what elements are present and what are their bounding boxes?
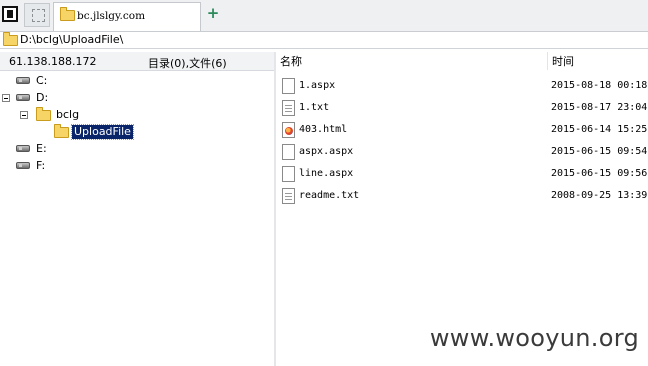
file-name: readme.txt (299, 190, 360, 201)
file-time: 2015-08-17 23:04 (551, 102, 648, 113)
file-name: 1.txt (299, 102, 330, 113)
folder-icon (3, 32, 18, 46)
document-icon (282, 144, 295, 160)
file-list-header: 名称 时间 (276, 52, 648, 70)
file-row[interactable]: readme.txt 2008-09-25 13:39 (282, 186, 648, 206)
dir-file-counts: 目录(0),文件(6) (148, 57, 227, 70)
file-time: 2008-09-25 13:39 (551, 190, 648, 201)
tree-item-bclg[interactable]: bclg (20, 107, 100, 122)
file-name: 1.aspx (299, 80, 336, 91)
watermark: www.wooyun.org (429, 324, 639, 352)
file-time: 2015-06-14 15:25 (551, 124, 648, 135)
tree-label: C: (36, 74, 48, 87)
folder-icon (36, 107, 51, 121)
file-time: 2015-08-18 00:18 (551, 80, 648, 91)
collapse-icon[interactable] (2, 94, 10, 102)
panel-toggle-button[interactable] (2, 6, 18, 22)
file-name: aspx.aspx (299, 146, 354, 157)
tab-bar: bc.jlslgy.com + (0, 0, 648, 32)
server-ip: 61.138.188.172 (9, 55, 97, 68)
tree-label: bclg (56, 108, 80, 121)
file-name: 403.html (299, 124, 348, 135)
column-separator[interactable] (547, 52, 548, 70)
tree-item-e[interactable]: E: (16, 142, 76, 156)
document-icon (282, 78, 295, 94)
path-bar[interactable]: D:\bclg\UploadFile\ (0, 32, 648, 49)
file-row[interactable]: 1.aspx 2015-08-18 00:18 (282, 76, 648, 96)
folder-open-icon (54, 124, 69, 138)
collapse-icon[interactable] (20, 111, 28, 119)
drive-icon (16, 77, 30, 84)
blank-tab-button[interactable] (24, 3, 50, 27)
document-icon (282, 166, 295, 182)
file-time: 2015-06-15 09:56 (551, 168, 648, 179)
drive-icon (16, 94, 30, 101)
file-row[interactable]: line.aspx 2015-06-15 09:56 (282, 164, 648, 184)
folder-icon (60, 7, 75, 21)
tab-site[interactable]: bc.jlslgy.com (53, 2, 201, 31)
path-text[interactable]: D:\bclg\UploadFile\ (20, 33, 123, 46)
drive-icon (16, 162, 30, 169)
html-file-icon (282, 122, 295, 138)
file-row[interactable]: aspx.aspx 2015-06-15 09:54 (282, 142, 648, 162)
file-row[interactable]: 1.txt 2015-08-17 23:04 (282, 98, 648, 118)
column-time-header[interactable]: 时间 (552, 53, 574, 69)
tab-title: bc.jlslgy.com (77, 10, 146, 22)
tree-label-selected: UploadFile (71, 124, 134, 140)
tree-item-f[interactable]: F: (16, 159, 76, 173)
tree-label: E: (36, 142, 47, 155)
file-name: line.aspx (299, 168, 354, 179)
tree-item-uploadfile[interactable]: UploadFile (54, 124, 144, 140)
column-name-header[interactable]: 名称 (280, 53, 302, 69)
drive-icon (16, 145, 30, 152)
file-time: 2015-06-15 09:54 (551, 146, 648, 157)
pane-splitter[interactable] (274, 52, 276, 366)
tree-item-d[interactable]: D: (2, 91, 82, 105)
tree-header: 61.138.188.172 目录(0),文件(6) (0, 52, 274, 71)
text-file-icon (282, 100, 295, 116)
dashed-square-icon (32, 9, 45, 22)
tree-label: F: (36, 159, 46, 172)
text-file-icon (282, 188, 295, 204)
tree-label: D: (36, 91, 49, 104)
file-row[interactable]: 403.html 2015-06-14 15:25 (282, 120, 648, 140)
add-tab-button[interactable]: + (206, 6, 220, 21)
tree-item-c[interactable]: C: (16, 74, 76, 88)
